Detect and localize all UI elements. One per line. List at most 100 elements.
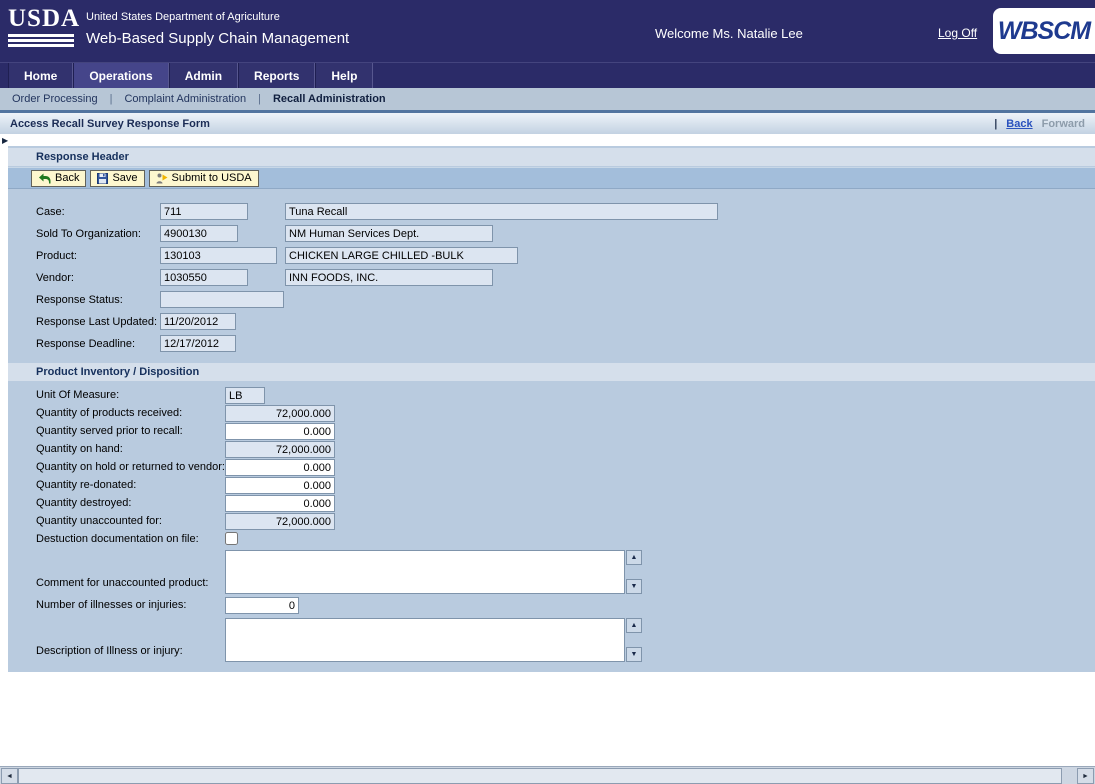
qty-on-hold-row: Quantity on hold or returned to vendor: [8,459,1095,477]
case-row: Case: [8,201,1095,223]
submit-to-usda-button[interactable]: Submit to USDA [149,170,259,187]
qty-destroyed-label: Quantity destroyed: [36,497,131,509]
unit-of-measure-field [225,387,265,404]
response-status-label: Response Status: [36,294,123,306]
description-label: Description of Illness or injury: [36,645,183,657]
illnesses-label: Number of illnesses or injuries: [36,599,186,611]
history-separator: | [994,118,997,130]
tab-help[interactable]: Help [315,63,373,88]
form-panel: Response Header Back Save [8,146,1095,672]
comment-label: Comment for unaccounted product: [36,577,208,589]
application-title: Web-Based Supply Chain Management [86,30,349,47]
wbscm-logo: WBSCM [993,8,1095,54]
vendor-label: Vendor: [36,272,74,284]
response-last-updated-row: Response Last Updated: [8,311,1095,333]
sold-to-name-field [285,225,493,242]
product-row: Product: [8,245,1095,267]
response-last-updated-field [160,313,236,330]
scroll-left-icon[interactable]: ◄ [1,768,18,784]
qty-received-label: Quantity of products received: [36,407,182,419]
save-icon [97,173,108,184]
illnesses-row: Number of illnesses or injuries: [8,597,1095,617]
department-name: United States Department of Agriculture [86,11,280,23]
wbscm-app: USDA United States Department of Agricul… [0,0,1095,784]
subnav-recall-administration[interactable]: Recall Administration [261,93,398,105]
product-code-field [160,247,277,264]
log-off-link[interactable]: Log Off [938,26,977,40]
illnesses-field[interactable] [225,597,299,614]
response-last-updated-label: Response Last Updated: [36,316,157,328]
qty-unaccounted-field [225,513,335,530]
usda-logo: USDA [8,6,80,47]
destruction-doc-label: Destuction documentation on file: [36,533,199,545]
usda-logo-text: USDA [8,6,80,32]
horizontal-scrollbar[interactable]: ◄ ► [0,766,1095,784]
qty-redonated-field[interactable] [225,477,335,494]
qty-redonated-row: Quantity re-donated: [8,477,1095,495]
scroll-down-icon[interactable]: ▼ [626,579,642,594]
response-status-field [160,291,284,308]
qty-unaccounted-row: Quantity unaccounted for: [8,513,1095,531]
destruction-doc-checkbox[interactable] [225,532,238,545]
page-title-bar: Access Recall Survey Response Form | Bac… [0,113,1095,134]
destruction-doc-row: Destuction documentation on file: [8,531,1095,549]
main-nav-tabs: Home Operations Admin Reports Help [0,62,1095,88]
response-header-form: Case: Sold To Organization: Product: Ven… [8,201,1095,355]
top-header: USDA United States Department of Agricul… [0,0,1095,62]
tab-reports[interactable]: Reports [238,63,315,88]
save-button[interactable]: Save [90,170,144,187]
qty-received-row: Quantity of products received: [8,405,1095,423]
section-response-header: Response Header [8,148,1095,166]
tab-operations[interactable]: Operations [73,63,168,88]
qty-destroyed-row: Quantity destroyed: [8,495,1095,513]
back-button-label: Back [55,172,79,184]
vendor-code-field [160,269,248,286]
vendor-row: Vendor: [8,267,1095,289]
history-back-link[interactable]: Back [1006,118,1032,130]
sold-to-label: Sold To Organization: [36,228,141,240]
panel-collapse-icon[interactable]: ▶ [2,136,8,145]
qty-received-field [225,405,335,422]
scroll-down-icon[interactable]: ▼ [626,647,642,662]
sold-to-row: Sold To Organization: [8,223,1095,245]
qty-on-hold-label: Quantity on hold or returned to vendor: [36,461,225,473]
description-textarea[interactable] [225,618,625,662]
qty-destroyed-field[interactable] [225,495,335,512]
section-product-inventory: Product Inventory / Disposition [8,363,1095,381]
description-scrollbar: ▲ ▼ [626,618,642,662]
qty-unaccounted-label: Quantity unaccounted for: [36,515,162,527]
response-deadline-row: Response Deadline: [8,333,1095,355]
product-label: Product: [36,250,77,262]
scroll-right-icon[interactable]: ► [1077,768,1094,784]
case-number-field [160,203,248,220]
qty-on-hand-field [225,441,335,458]
response-deadline-field [160,335,236,352]
qty-served-label: Quantity served prior to recall: [36,425,183,437]
sub-nav: Order Processing | Complaint Administrat… [0,88,1095,113]
response-status-row: Response Status: [8,289,1095,311]
comment-scrollbar: ▲ ▼ [626,550,642,594]
history-controls: | Back Forward [994,118,1085,130]
form-toolbar: Back Save Submit to USDA [8,167,1095,189]
qty-served-field[interactable] [225,423,335,440]
comment-row: Comment for unaccounted product: ▲ ▼ [8,549,1095,597]
comment-textarea[interactable] [225,550,625,594]
scroll-up-icon[interactable]: ▲ [626,550,642,565]
subnav-order-processing[interactable]: Order Processing [0,93,110,105]
back-button[interactable]: Back [31,170,86,187]
wbscm-logo-text: WBSCM [998,17,1090,46]
case-label: Case: [36,206,65,218]
unit-of-measure-label: Unit Of Measure: [36,389,119,401]
welcome-message: Welcome Ms. Natalie Lee [655,26,803,41]
tab-admin[interactable]: Admin [169,63,238,88]
qty-on-hand-label: Quantity on hand: [36,443,123,455]
tab-home[interactable]: Home [8,63,73,88]
scroll-up-icon[interactable]: ▲ [626,618,642,633]
product-name-field [285,247,518,264]
scrollbar-thumb[interactable] [18,768,1062,784]
subnav-complaint-administration[interactable]: Complaint Administration [112,93,258,105]
history-forward-link: Forward [1042,118,1085,130]
submit-icon [156,173,168,184]
qty-on-hold-field[interactable] [225,459,335,476]
description-row: Description of Illness or injury: ▲ ▼ [8,617,1095,665]
